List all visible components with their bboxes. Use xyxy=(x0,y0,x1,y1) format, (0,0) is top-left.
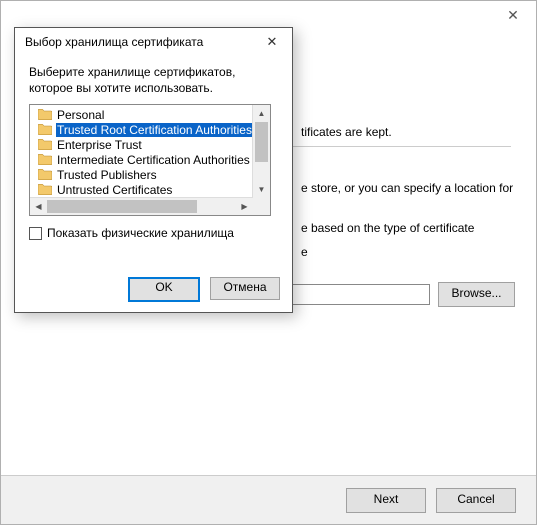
dialog-title: Выбор хранилища сертификата xyxy=(25,35,203,49)
close-icon[interactable]: ✕ xyxy=(258,32,286,52)
show-physical-checkbox[interactable] xyxy=(29,227,42,240)
dialog-instruction: Выберите хранилище сертификатов, которое… xyxy=(29,64,280,96)
scroll-left-icon[interactable]: ◀ xyxy=(30,198,47,215)
tree-item[interactable]: Personal xyxy=(30,107,253,122)
vertical-scrollbar[interactable]: ▲ ▼ xyxy=(252,105,270,198)
text-fragment: e store, or you can specify a location f… xyxy=(301,181,513,195)
store-tree-view[interactable]: PersonalTrusted Root Certification Autho… xyxy=(30,105,253,198)
close-icon[interactable]: ✕ xyxy=(498,5,528,25)
folder-icon xyxy=(38,124,52,135)
store-tree: PersonalTrusted Root Certification Autho… xyxy=(29,104,271,216)
text-fragment: e based on the type of certificate xyxy=(301,221,474,235)
show-physical-label: Показать физические хранилища xyxy=(47,226,234,240)
horizontal-scrollbar[interactable]: ◀ ▶ xyxy=(30,197,253,215)
tree-item-label: Trusted Publishers xyxy=(56,168,158,182)
scroll-down-icon[interactable]: ▼ xyxy=(253,181,270,198)
cancel-button[interactable]: Cancel xyxy=(436,488,516,513)
ok-button[interactable]: OK xyxy=(128,277,200,302)
tree-item-label: Intermediate Certification Authorities xyxy=(56,153,251,167)
tree-item-label: Untrusted Certificates xyxy=(56,183,173,197)
tree-item[interactable]: Intermediate Certification Authorities xyxy=(30,152,253,167)
tree-item-label: Trusted Root Certification Authorities xyxy=(56,123,253,137)
scroll-right-icon[interactable]: ▶ xyxy=(236,198,253,215)
folder-icon xyxy=(38,184,52,195)
wizard-button-bar: Next Cancel xyxy=(1,475,536,524)
scroll-thumb[interactable] xyxy=(47,200,197,213)
folder-icon xyxy=(38,139,52,150)
tree-item[interactable]: Trusted Publishers xyxy=(30,167,253,182)
cancel-button[interactable]: Отмена xyxy=(210,277,280,300)
scroll-up-icon[interactable]: ▲ xyxy=(253,105,270,122)
tree-item[interactable]: Trusted Root Certification Authorities xyxy=(30,122,253,137)
text-fragment: tificates are kept. xyxy=(301,125,392,139)
tree-item-label: Personal xyxy=(56,108,105,122)
folder-icon xyxy=(38,169,52,180)
folder-icon xyxy=(38,109,52,120)
folder-icon xyxy=(38,154,52,165)
dialog-titlebar: Выбор хранилища сертификата ✕ xyxy=(15,28,292,56)
select-store-dialog: Выбор хранилища сертификата ✕ Выберите х… xyxy=(14,27,293,313)
next-button[interactable]: Next xyxy=(346,488,426,513)
text-fragment: e xyxy=(301,245,308,259)
scroll-corner xyxy=(253,198,270,215)
tree-item[interactable]: Untrusted Certificates xyxy=(30,182,253,197)
scroll-thumb[interactable] xyxy=(255,122,268,162)
browse-button[interactable]: Browse... xyxy=(438,282,515,307)
show-physical-row: Показать физические хранилища xyxy=(29,226,280,240)
tree-item-label: Enterprise Trust xyxy=(56,138,143,152)
tree-item[interactable]: Enterprise Trust xyxy=(30,137,253,152)
